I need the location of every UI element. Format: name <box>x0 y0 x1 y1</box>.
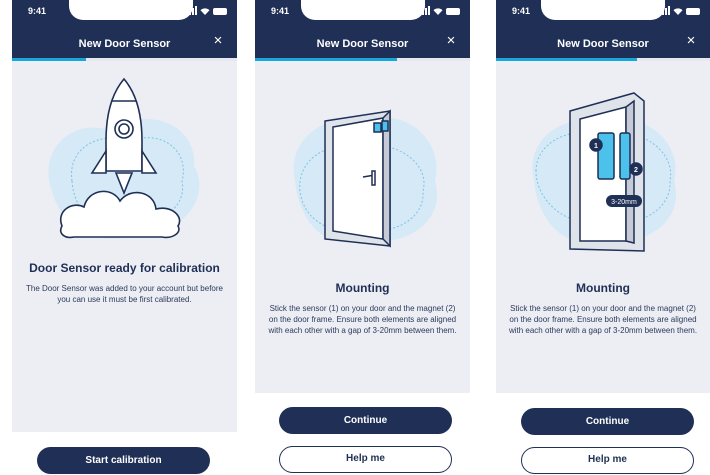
help-me-button[interactable]: Help me <box>279 446 452 473</box>
phone-notch <box>68 0 193 20</box>
page-title: New Door Sensor <box>316 38 409 50</box>
magnet-label: 2 <box>634 167 638 174</box>
continue-button[interactable]: Continue <box>521 408 694 435</box>
screen-mounting-gap: 9:41 New Door Sensor × 1 2 3-20mm Mounti… <box>496 0 710 475</box>
start-calibration-button[interactable]: Start calibration <box>37 447 210 474</box>
screen-mounting-door: 9:41 New Door Sensor × Mounting Stick th… <box>255 0 470 475</box>
page-title: New Door Sensor <box>78 38 171 50</box>
screen-description: Stick the sensor (1) on your door and th… <box>508 304 698 335</box>
screen-heading: Mounting <box>576 281 630 295</box>
status-icons <box>186 6 227 15</box>
wifi-icon <box>200 8 210 15</box>
screen-content: Door Sensor ready for calibration The Do… <box>12 61 237 432</box>
status-icons <box>419 6 460 15</box>
sensor-placement-illustration: 1 2 3-20mm <box>532 92 677 252</box>
phone-notch <box>541 0 665 20</box>
battery-icon <box>686 8 700 15</box>
close-icon[interactable]: × <box>684 33 698 48</box>
screen-content: 1 2 3-20mm Mounting Stick the sensor (1)… <box>496 61 710 393</box>
app-header: 9:41 New Door Sensor × <box>12 0 237 58</box>
battery-icon <box>446 8 460 15</box>
status-time: 9:41 <box>271 6 290 16</box>
close-icon[interactable]: × <box>444 33 458 48</box>
door-illustration <box>293 109 438 248</box>
app-header: 9:41 New Door Sensor × <box>496 0 710 58</box>
rocket-illustration <box>48 77 200 239</box>
screen-description: The Door Sensor was added to your accoun… <box>25 284 223 304</box>
screen-description: Stick the sensor (1) on your door and th… <box>268 304 457 335</box>
status-time: 9:41 <box>512 6 531 16</box>
signal-icon <box>186 6 197 15</box>
page-title: New Door Sensor <box>557 38 649 50</box>
screen-heading: Door Sensor ready for calibration <box>29 261 220 275</box>
screen-ready-for-calibration: 9:41 New Door Sensor × Door Sensor ready… <box>0 0 237 475</box>
phone-notch <box>300 0 425 20</box>
app-header: 9:41 New Door Sensor × <box>255 0 470 58</box>
status-time: 9:41 <box>28 6 47 16</box>
help-me-button[interactable]: Help me <box>521 447 694 474</box>
screen-heading: Mounting <box>335 281 390 295</box>
battery-icon <box>213 8 227 15</box>
status-icons <box>659 6 700 15</box>
signal-icon <box>659 6 670 15</box>
signal-icon <box>419 6 430 15</box>
wifi-icon <box>673 8 683 15</box>
gap-label: 3-20mm <box>611 199 637 206</box>
close-icon[interactable]: × <box>211 33 225 48</box>
screen-content: Mounting Stick the sensor (1) on your do… <box>255 61 470 393</box>
continue-button[interactable]: Continue <box>279 407 452 434</box>
sensor-label: 1 <box>594 143 598 150</box>
wifi-icon <box>433 8 443 15</box>
